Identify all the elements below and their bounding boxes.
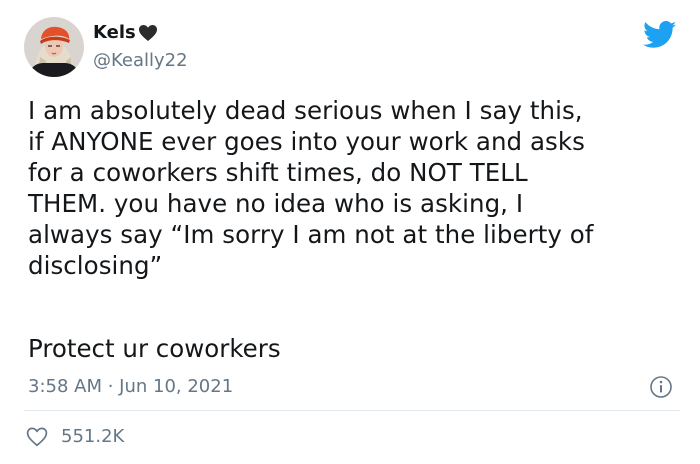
- like-action[interactable]: 551.2K: [26, 424, 124, 450]
- author-name-row[interactable]: Kels: [93, 21, 158, 45]
- display-name[interactable]: Kels: [93, 21, 136, 45]
- heart-outline-icon[interactable]: [26, 427, 48, 447]
- info-icon[interactable]: [649, 375, 673, 399]
- tweet-timestamp[interactable]: 3:58 AM · Jun 10, 2021: [28, 374, 233, 400]
- like-count: 551.2K: [61, 426, 125, 447]
- user-avatar-image: [24, 17, 84, 77]
- divider: [24, 410, 680, 411]
- tweet-body: I am absolutely dead serious when I say …: [28, 96, 594, 280]
- tweet-body-closing: Protect ur coworkers: [28, 334, 281, 363]
- twitter-bird-icon[interactable]: [643, 21, 677, 49]
- tweet-card: Kels @Keally22 I am absolutely dead seri…: [0, 0, 700, 464]
- avatar[interactable]: [24, 17, 84, 77]
- user-handle[interactable]: @Keally22: [93, 49, 188, 73]
- black-heart-icon: [138, 24, 158, 42]
